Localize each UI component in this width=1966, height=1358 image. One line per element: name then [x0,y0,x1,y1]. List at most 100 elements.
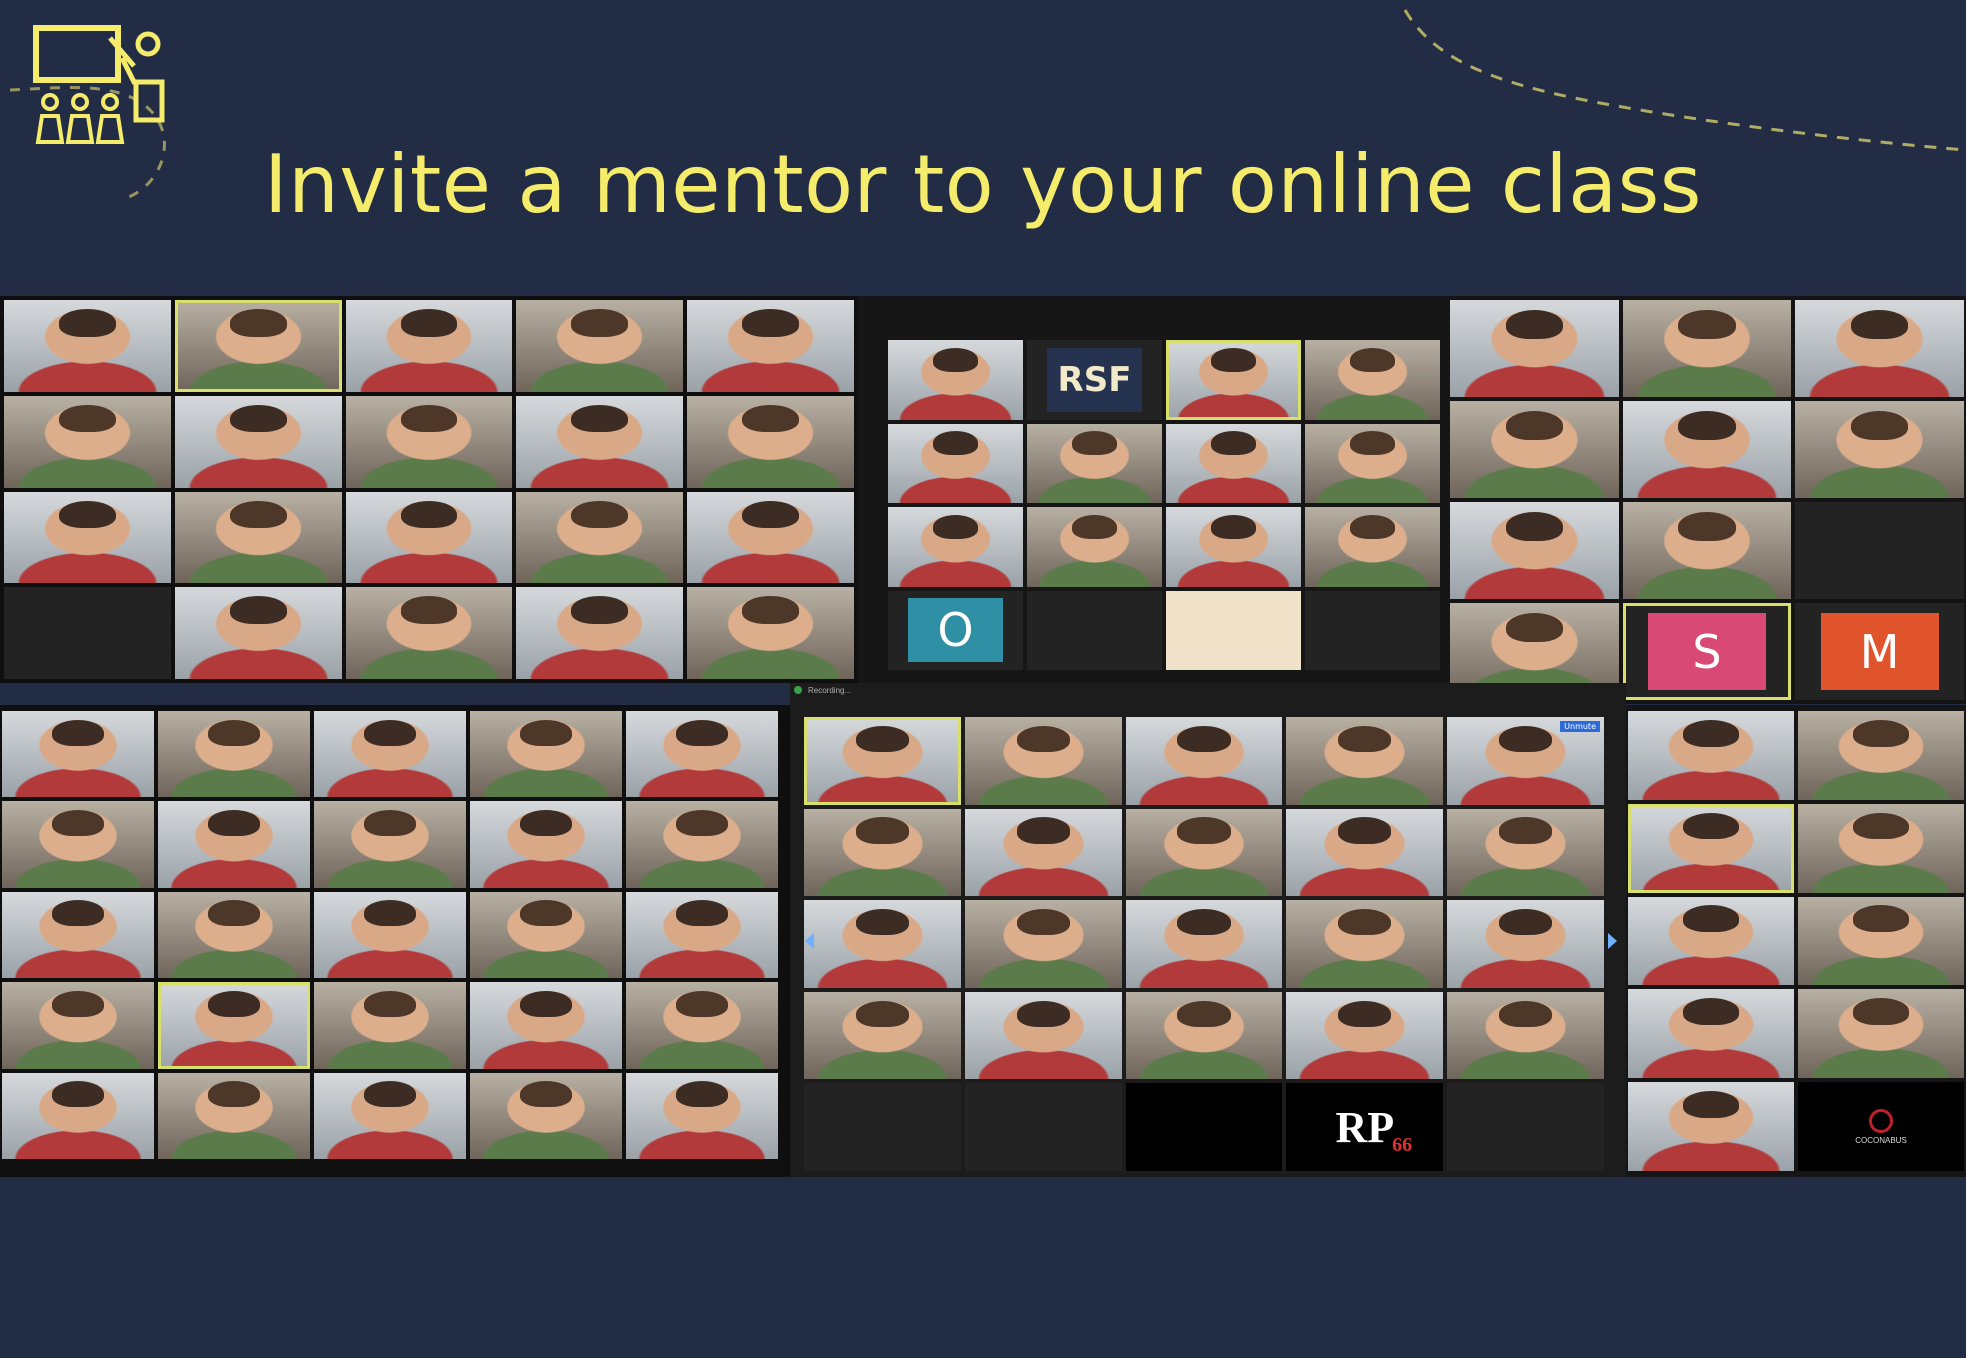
participant-video-tile [158,1072,310,1159]
participant-video-tile [174,587,342,679]
video-call-screenshot-5: Unmute RP 66 [790,683,1626,1177]
participant-video-tile [1305,507,1440,587]
participant-video-tile [1027,507,1162,587]
participant-video-tile [2,801,154,888]
participant-video-tile [804,900,961,988]
rp-logo: RP 66 [1335,1102,1413,1156]
participant-video-tile [516,491,684,584]
participant-video-tile [626,982,778,1069]
participant-grid [4,300,854,679]
participant-video-tile [1622,401,1792,498]
avatar-initials: O [908,598,1003,663]
participant-video-tile [1628,896,1794,986]
participant-video-tile [804,808,961,897]
video-call-screenshot-6: COCONABUS [1626,705,1966,1177]
participant-video-tile [2,711,154,798]
recording-status-icon [794,686,802,694]
teacher-classroom-icon [33,25,165,144]
participant-video-tile [1166,507,1301,587]
video-call-screenshot-1 [0,296,858,683]
participant-video-tile [4,491,171,584]
participant-video-tile [1628,803,1794,893]
participant-video-tile [1795,401,1964,498]
empty-video-tile [1027,590,1162,670]
participant-video-tile [687,300,854,392]
black-video-tile [1125,1083,1283,1171]
participant-video-tile [1628,989,1794,1079]
participant-video-tile [1447,991,1604,1080]
participant-video-tile [1027,423,1162,503]
participant-video-tile [174,491,342,584]
participant-video-tile [687,587,854,679]
participant-video-tile [1305,340,1440,420]
participant-video-tile [626,1072,778,1159]
participant-video-tile [1622,502,1792,599]
participant-video-tile [1447,900,1604,988]
empty-video-tile [964,1083,1122,1171]
participant-grid: RSF O [888,340,1440,670]
participant-video-tile [4,300,171,392]
participant-video-tile [1450,502,1619,599]
participant-video-tile [964,991,1122,1080]
participant-video-tile [626,801,778,888]
empty-video-tile [1795,502,1964,599]
participant-video-tile [626,891,778,979]
participant-video-tile [1286,991,1444,1080]
participant-video-tile [1798,896,1964,986]
participant-video-tile [1447,808,1604,897]
participant-video-tile [1450,401,1619,498]
participant-video-tile [1125,991,1283,1080]
participant-video-tile [1628,1082,1794,1171]
participant-video-tile [1305,423,1440,503]
participant-avatar-tile: O [888,590,1023,670]
participant-video-tile [1798,989,1964,1079]
participant-video-tile [626,711,778,798]
participant-video-tile [964,717,1122,805]
empty-video-tile [4,587,171,679]
participant-grid [2,711,778,1159]
participant-video-tile [1166,340,1301,420]
participant-grid: SM [1450,300,1964,700]
participant-video-tile [888,507,1023,587]
participant-video-tile [158,711,310,798]
participant-video-tile [470,1072,622,1159]
participant-video-tile [1628,711,1794,800]
coconabus-logo: COCONABUS [1855,1109,1907,1145]
participant-video-tile [1166,423,1301,503]
presentation-slide: Invite a mentor to your online class RSF… [0,0,1966,1358]
participant-video-tile [314,982,466,1069]
recording-label: Recording... [808,685,852,695]
participant-video-tile [1795,300,1964,397]
participant-video-tile [4,395,171,488]
participant-video-tile [345,587,513,679]
next-page-arrow-icon[interactable] [1608,933,1617,949]
participant-avatar-tile: S [1622,603,1792,700]
participant-video-tile [314,891,466,979]
avatar-initials: RSF [1047,347,1142,412]
participant-video-tile [345,300,513,392]
participant-grid: COCONABUS [1628,711,1964,1171]
participant-video-tile [1450,300,1619,397]
participant-video-tile [964,900,1122,988]
previous-page-arrow-icon[interactable] [805,933,814,949]
unmute-tag[interactable]: Unmute [1560,721,1600,732]
participant-grid: Unmute RP 66 [804,717,1604,1171]
empty-video-tile [1447,1083,1604,1171]
participant-video-tile [314,1072,466,1159]
participant-video-tile [888,423,1023,503]
participant-video-tile [888,340,1023,420]
coconabus-logo-tile: COCONABUS [1798,1082,1964,1171]
participant-video-tile [1286,717,1444,805]
participant-video-tile [345,491,513,584]
participant-avatar-tile: M [1795,603,1964,700]
participant-video-tile [470,891,622,979]
video-call-screenshot-3: SM [1450,296,1966,704]
participant-video-tile [1125,900,1283,988]
avatar-initials: S [1647,612,1767,691]
participant-video-tile [314,711,466,798]
video-call-screenshot-2: RSF O [858,296,1450,683]
participant-video-tile [1125,808,1283,897]
participant-video-tile [516,395,684,488]
participant-avatar-tile: RSF [1027,340,1162,420]
participant-video-tile [1286,808,1444,897]
